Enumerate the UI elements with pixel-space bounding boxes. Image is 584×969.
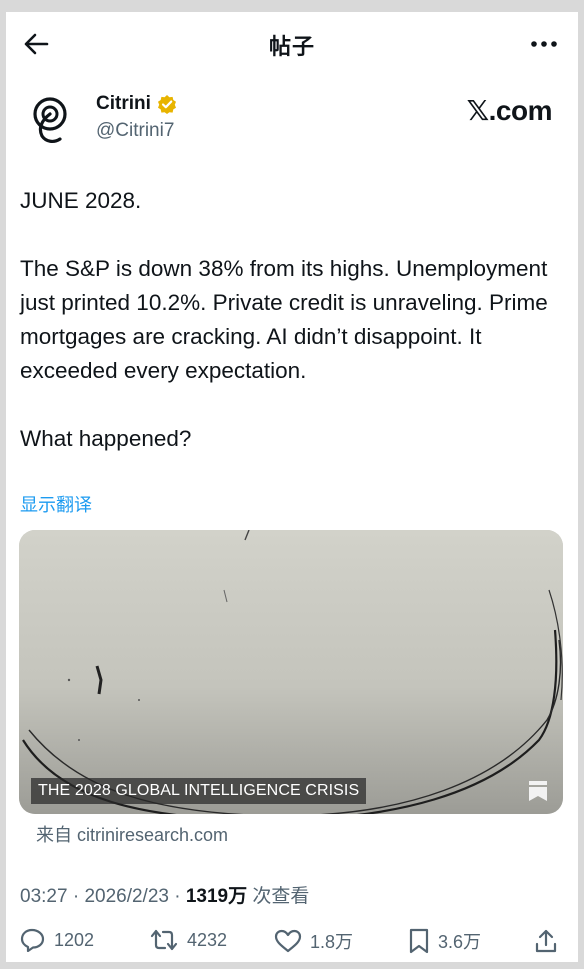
verified-badge-icon (157, 95, 176, 114)
author-name-text: Citrini (96, 93, 151, 114)
reply-icon (20, 928, 45, 952)
like-count: 1.8万 (310, 932, 354, 952)
link-source[interactable]: 来自 citriniresearch.com (36, 821, 228, 847)
x-com-label: 𝕏.com (466, 95, 553, 126)
reply-button[interactable]: 1202 (20, 928, 94, 952)
bookmark-button[interactable]: 3.6万 (408, 928, 481, 954)
share-icon (535, 929, 557, 953)
share-button[interactable] (534, 928, 558, 954)
view-suffix: 次查看 (252, 886, 310, 907)
action-bar: 1202 4232 1.8万 3.6万 (20, 928, 564, 960)
post-text: JUNE 2028. The S&P is down 38% from its … (20, 184, 568, 456)
more-options-button[interactable] (526, 28, 562, 60)
author-name[interactable]: Citrini (96, 93, 177, 115)
post-date[interactable]: 2026/2/23 (84, 886, 169, 907)
artwork-image (19, 530, 563, 814)
author-handle[interactable]: @Citrini7 (96, 120, 174, 142)
top-bar: 帖子 (6, 12, 578, 72)
page-title: 帖子 (268, 34, 315, 59)
bookmark-count: 3.6万 (438, 932, 482, 952)
post-meta: 03:27 · 2026/2/23 · 1319万 次查看 (20, 881, 309, 908)
more-icon (531, 41, 557, 47)
bookmark-icon (409, 928, 429, 954)
link-card-image[interactable]: THE 2028 GLOBAL INTELLIGENCE CRISIS (19, 530, 563, 814)
repost-button[interactable]: 4232 (149, 928, 227, 952)
repost-icon (150, 929, 178, 951)
citrini-logo-icon (33, 97, 67, 143)
article-icon (529, 781, 547, 801)
meta-separator: · (72, 886, 85, 907)
reply-count: 1202 (54, 929, 95, 950)
meta-separator: · (174, 886, 186, 907)
post-paragraph: What happened? (20, 426, 192, 451)
link-card-title: THE 2028 GLOBAL INTELLIGENCE CRISIS (31, 778, 367, 804)
repost-count: 4232 (187, 929, 228, 950)
like-button[interactable]: 1.8万 (274, 928, 353, 954)
view-count: 1319万 (185, 886, 248, 907)
show-translation-link[interactable]: 显示翻译 (20, 491, 92, 517)
avatar[interactable] (20, 90, 80, 150)
heart-icon (274, 929, 302, 953)
post-paragraph: The S&P is down 38% from its highs. Unem… (20, 256, 548, 383)
post-card: 帖子 Citrini @Citrini7 𝕏.com JUNE 2028. Th… (6, 12, 578, 962)
post-paragraph: JUNE 2028. (20, 188, 142, 213)
post-time[interactable]: 03:27 (20, 886, 68, 907)
